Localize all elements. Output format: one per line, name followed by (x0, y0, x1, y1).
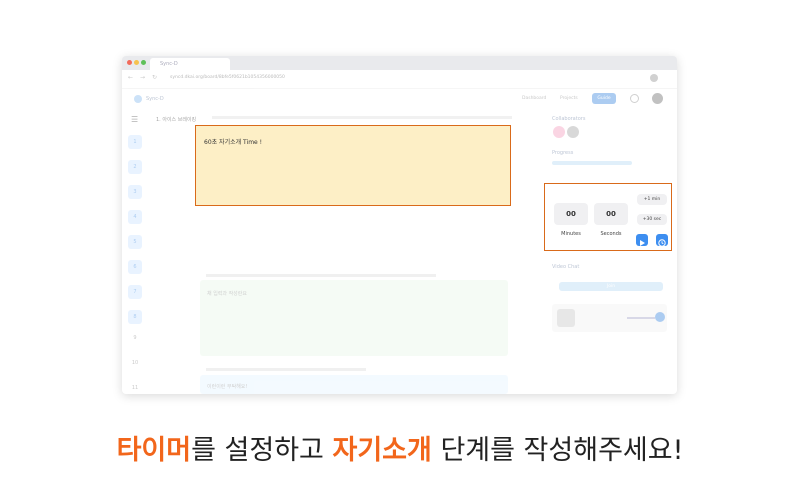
note-title: 60초 자기소개 Time ! (204, 139, 263, 146)
step-button-9[interactable]: 9 (128, 335, 142, 341)
answer-box-3[interactable]: 이런이런 부탁해요! (200, 375, 508, 394)
media-thumbnail (557, 309, 575, 327)
step-button-11[interactable]: 11 (128, 385, 142, 391)
forward-icon[interactable]: → (140, 74, 145, 81)
caption-highlight-intro: 자기소개 (332, 435, 432, 466)
play-icon (640, 240, 645, 246)
minimize-window-dot[interactable] (134, 60, 139, 65)
maximize-window-dot[interactable] (141, 60, 146, 65)
self-intro-note[interactable]: 60초 자기소개 Time ! (195, 125, 511, 206)
collaborator-avatar-1 (553, 126, 565, 138)
audio-player (552, 304, 667, 332)
step-button-5[interactable]: 5 (128, 235, 142, 249)
step-button-2[interactable]: 2 (128, 160, 142, 174)
nav-dashboard[interactable]: Dashboard (522, 96, 546, 101)
add-30sec-button[interactable]: +30 sec (637, 214, 667, 225)
app-header: Sync-D Dashboard Projects Guide (122, 88, 677, 110)
caption-text-1: 를 설정하고 (191, 435, 333, 466)
url-field[interactable]: syncd.dkai.org/board/8bfe5f0621b10543560… (170, 75, 285, 80)
profile-avatar[interactable] (650, 74, 658, 82)
caption-highlight-timer: 타이머 (116, 435, 192, 466)
step-button-4[interactable]: 4 (128, 210, 142, 224)
add-1min-button[interactable]: +1 min (637, 194, 667, 205)
collaborator-avatar-2 (567, 126, 579, 138)
progress-label: Progress (552, 150, 574, 156)
caption-text-2: 단계를 작성해주세요! (431, 435, 684, 466)
step-button-3[interactable]: 3 (128, 185, 142, 199)
play-button[interactable] (636, 234, 648, 246)
reset-button[interactable] (656, 234, 668, 247)
nav-active-button[interactable]: Guide (592, 93, 616, 104)
help-icon[interactable] (630, 94, 639, 103)
step-button-7[interactable]: 7 (128, 285, 142, 299)
section-title: 1. 아이스 브레이킹 (156, 117, 197, 123)
browser-tab[interactable]: Sync-D (150, 58, 230, 70)
app-name: Sync-D (146, 96, 164, 102)
instruction-caption: 타이머를 설정하고 자기소개 단계를 작성해주세요! (0, 428, 800, 467)
step-button-6[interactable]: 6 (128, 260, 142, 274)
prompt-text-2 (206, 274, 436, 277)
tab-title: Sync-D (160, 61, 178, 67)
progress-bar (552, 161, 632, 165)
section-description (212, 116, 512, 119)
seconds-label: Seconds (600, 231, 622, 237)
reload-icon[interactable]: ↻ (152, 74, 157, 81)
volume-slider[interactable] (627, 317, 655, 319)
step-button-10[interactable]: 10 (128, 360, 142, 366)
prompt-text-3 (206, 368, 366, 371)
step-button-8[interactable]: 8 (128, 310, 142, 324)
nav-projects[interactable]: Projects (560, 96, 578, 101)
step-button-1[interactable]: 1 (128, 135, 142, 149)
address-bar: ← → ↻ syncd.dkai.org/board/8bfe5f0621b10… (122, 70, 677, 89)
join-video-button[interactable]: Join (559, 282, 663, 291)
app-logo-icon (134, 95, 142, 103)
timer-widget: 00 00 Minutes Seconds +1 min +30 sec (544, 183, 672, 251)
answer-placeholder-3: 이런이런 부탁해요! (207, 384, 248, 390)
minutes-display[interactable]: 00 (554, 203, 588, 225)
seconds-display[interactable]: 00 (594, 203, 628, 225)
minutes-label: Minutes (561, 231, 581, 237)
menu-icon[interactable]: ☰ (131, 115, 138, 124)
play-audio-icon[interactable] (655, 312, 665, 322)
answer-box-2[interactable]: 채 입력과 작성란요 (200, 280, 508, 356)
collaborators-label: Collaborators (552, 116, 586, 122)
user-avatar[interactable] (652, 93, 663, 104)
answer-placeholder-2: 채 입력과 작성란요 (207, 291, 247, 297)
back-icon[interactable]: ← (128, 74, 133, 81)
close-window-dot[interactable] (127, 60, 132, 65)
reset-icon (658, 239, 666, 247)
video-chat-label: Video Chat (552, 264, 580, 270)
browser-tab-bar: Sync-D (122, 56, 677, 70)
